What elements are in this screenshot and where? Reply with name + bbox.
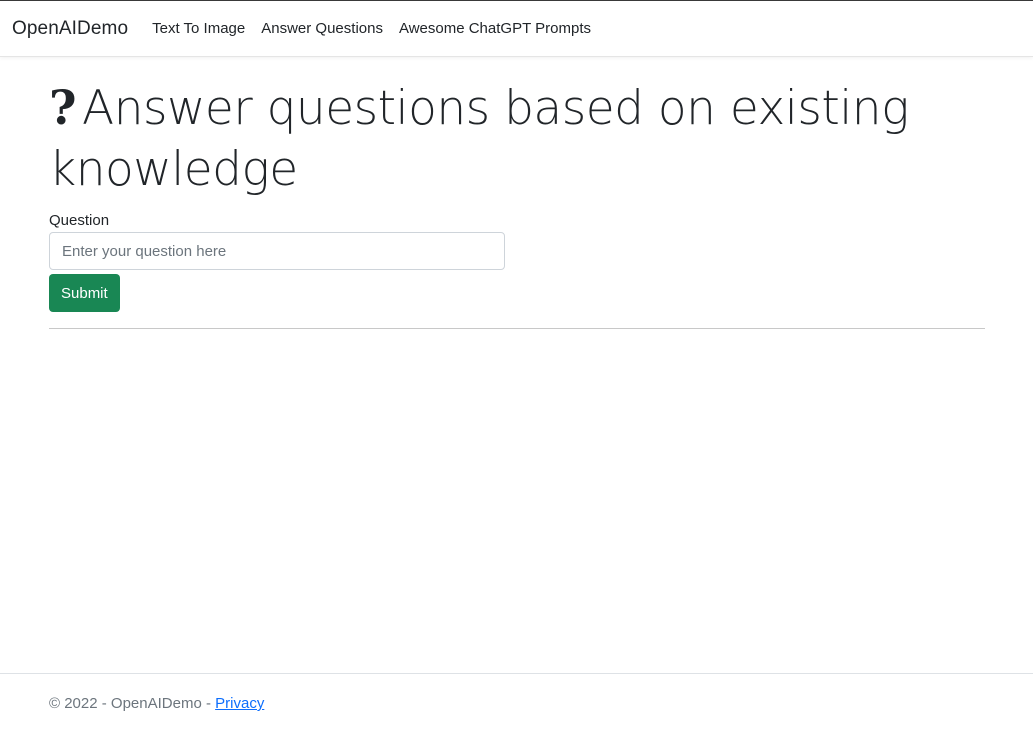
question-mark-icon: ? bbox=[49, 81, 77, 136]
brand-link[interactable]: OpenAIDemo bbox=[12, 18, 128, 40]
question-label: Question bbox=[49, 212, 110, 229]
nav-link-text-to-image[interactable]: Text To Image bbox=[152, 20, 245, 37]
privacy-link[interactable]: Privacy bbox=[215, 695, 264, 712]
submit-button[interactable]: Submit bbox=[49, 274, 120, 312]
divider bbox=[49, 328, 985, 329]
page: OpenAIDemo Text To Image Answer Question… bbox=[0, 0, 1033, 733]
main-content: ? Answer questions based on existing know… bbox=[49, 78, 985, 329]
question-input[interactable] bbox=[49, 232, 505, 270]
nav-link-awesome-chatgpt-prompts[interactable]: Awesome ChatGPT Prompts bbox=[399, 20, 591, 37]
page-title: ? Answer questions based on existing know… bbox=[49, 78, 985, 200]
page-title-text: Answer questions based on existing knowl… bbox=[49, 81, 909, 197]
question-form: Question Submit bbox=[49, 212, 985, 312]
footer-copyright: © 2022 - OpenAIDemo - bbox=[49, 695, 216, 712]
footer-text: © 2022 - OpenAIDemo - Privacy bbox=[49, 695, 264, 712]
top-navbar: OpenAIDemo Text To Image Answer Question… bbox=[0, 1, 1033, 57]
footer: © 2022 - OpenAIDemo - Privacy bbox=[0, 673, 1033, 733]
nav-link-answer-questions[interactable]: Answer Questions bbox=[261, 20, 383, 37]
